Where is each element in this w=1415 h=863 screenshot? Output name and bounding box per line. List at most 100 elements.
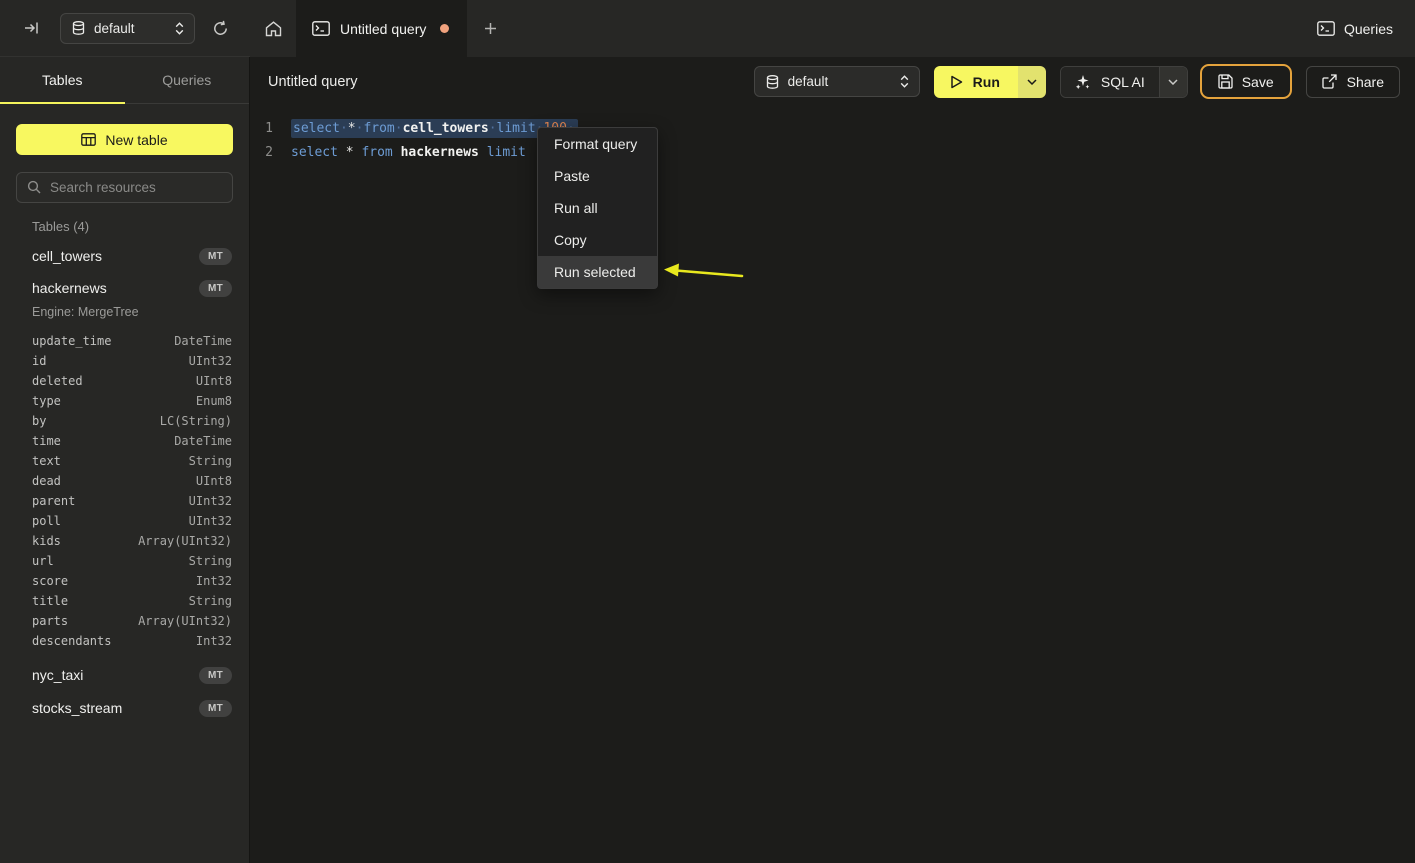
column-row: idUInt32 <box>0 351 249 371</box>
query-database-selector[interactable]: default <box>754 66 920 97</box>
column-row: deletedUInt8 <box>0 371 249 391</box>
column-row: update_timeDateTime <box>0 331 249 351</box>
topbar-left: default <box>0 0 250 57</box>
column-name: type <box>32 394 196 408</box>
table-item-nyc_taxi[interactable]: nyc_taxiMT <box>0 660 249 690</box>
engine-badge: MT <box>199 667 232 684</box>
tab-strip: Untitled query <box>250 0 513 57</box>
sql-ai-button-group: SQL AI <box>1060 66 1188 98</box>
column-row: titleString <box>0 591 249 611</box>
column-row: timeDateTime <box>0 431 249 451</box>
column-name: score <box>32 574 196 588</box>
tables-section-header: Tables (4) <box>32 219 233 235</box>
refresh-icon[interactable] <box>212 20 229 37</box>
column-name: title <box>32 594 189 608</box>
column-type: LC(String) <box>160 414 232 428</box>
column-type: DateTime <box>174 334 232 348</box>
query-title: Untitled query <box>268 74 357 90</box>
column-row: descendantsInt32 <box>0 631 249 651</box>
table-item-hackernews[interactable]: hackernewsMT <box>0 273 249 303</box>
column-type: UInt32 <box>189 354 232 368</box>
tab-untitled-query[interactable]: Untitled query <box>296 0 467 57</box>
sidebar-tabs: Tables Queries <box>0 57 249 104</box>
database-icon <box>72 21 85 35</box>
column-row: parentUInt32 <box>0 491 249 511</box>
column-list: update_timeDateTimeidUInt32deletedUInt8t… <box>0 331 249 651</box>
run-options-caret[interactable] <box>1018 66 1046 98</box>
sql-ai-label: SQL AI <box>1101 74 1145 90</box>
engine-badge: MT <box>199 700 232 717</box>
save-label: Save <box>1242 74 1274 90</box>
sql-editor[interactable]: 1 select·*·from·cell_towers·limit·100· 2se… <box>251 106 1415 164</box>
table-name: nyc_taxi <box>32 667 199 683</box>
column-type: Int32 <box>196 574 232 588</box>
column-name: by <box>32 414 160 428</box>
code-line[interactable]: 1 select·*·from·cell_towers·limit·100· <box>251 116 1415 140</box>
column-name: url <box>32 554 189 568</box>
column-row: typeEnum8 <box>0 391 249 411</box>
topbar-database-value: default <box>94 21 166 36</box>
column-type: UInt32 <box>189 494 232 508</box>
column-type: Array(UInt32) <box>138 614 232 628</box>
column-name: text <box>32 454 189 468</box>
updown-chevron-icon <box>175 22 184 35</box>
column-row: partsArray(UInt32) <box>0 611 249 631</box>
search-resources <box>16 172 233 203</box>
menu-item-run-selected[interactable]: Run selected <box>538 256 657 288</box>
run-label: Run <box>973 74 1000 90</box>
code-line[interactable]: 2select * from hackernews limit <box>251 140 1415 164</box>
main-panel: Untitled query default <box>251 57 1415 863</box>
save-button[interactable]: Save <box>1200 64 1292 99</box>
editor-context-menu: Format queryPasteRun allCopyRun selected <box>537 127 658 289</box>
menu-item-copy[interactable]: Copy <box>538 224 657 256</box>
new-tab-button[interactable] <box>467 0 513 57</box>
selected-code: select·*·from·cell_towers·limit·100· <box>291 119 578 138</box>
queries-button[interactable]: Queries <box>1317 0 1393 57</box>
play-icon <box>950 75 963 89</box>
column-type: UInt32 <box>189 514 232 528</box>
query-header: Untitled query default <box>251 57 1415 106</box>
menu-item-format-query[interactable]: Format query <box>538 128 657 160</box>
column-row: scoreInt32 <box>0 571 249 591</box>
column-type: DateTime <box>174 434 232 448</box>
share-button[interactable]: Share <box>1306 66 1400 98</box>
query-database-value: default <box>788 74 891 89</box>
column-type: String <box>189 554 232 568</box>
column-row: deadUInt8 <box>0 471 249 491</box>
topbar-database-selector[interactable]: default <box>60 13 195 44</box>
column-row: pollUInt32 <box>0 511 249 531</box>
new-table-button[interactable]: New table <box>16 124 233 155</box>
unsaved-changes-dot <box>440 24 449 33</box>
database-icon <box>766 75 779 89</box>
table-item-stocks_stream[interactable]: stocks_streamMT <box>0 693 249 723</box>
menu-item-paste[interactable]: Paste <box>538 160 657 192</box>
top-bar: default <box>0 0 1415 57</box>
code: select * from hackernews limit <box>291 145 526 160</box>
home-tab[interactable] <box>250 0 296 57</box>
sidebar-tab-tables[interactable]: Tables <box>0 57 125 103</box>
search-input[interactable] <box>16 172 233 203</box>
menu-item-run-all[interactable]: Run all <box>538 192 657 224</box>
sql-ai-caret[interactable] <box>1159 67 1187 97</box>
queries-console-icon <box>1317 21 1335 36</box>
column-type: Int32 <box>196 634 232 648</box>
share-icon <box>1322 74 1337 89</box>
run-button-group: Run <box>934 66 1046 98</box>
table-name: hackernews <box>32 280 199 296</box>
column-type: UInt8 <box>196 474 232 488</box>
run-button[interactable]: Run <box>934 66 1018 98</box>
queries-label: Queries <box>1344 21 1393 37</box>
sidebar-tab-queries[interactable]: Queries <box>125 57 250 103</box>
tab-title: Untitled query <box>340 21 426 37</box>
sql-ai-button[interactable]: SQL AI <box>1061 67 1159 97</box>
column-row: urlString <box>0 551 249 571</box>
column-name: kids <box>32 534 138 548</box>
table-item-cell_towers[interactable]: cell_towersMT <box>0 241 249 271</box>
column-type: String <box>189 594 232 608</box>
table-list: cell_towersMThackernewsMTEngine: MergeTr… <box>0 241 249 723</box>
column-name: poll <box>32 514 189 528</box>
collapse-sidebar-icon[interactable] <box>24 21 39 35</box>
line-number: 1 <box>251 121 273 136</box>
column-type: Array(UInt32) <box>138 534 232 548</box>
column-row: textString <box>0 451 249 471</box>
